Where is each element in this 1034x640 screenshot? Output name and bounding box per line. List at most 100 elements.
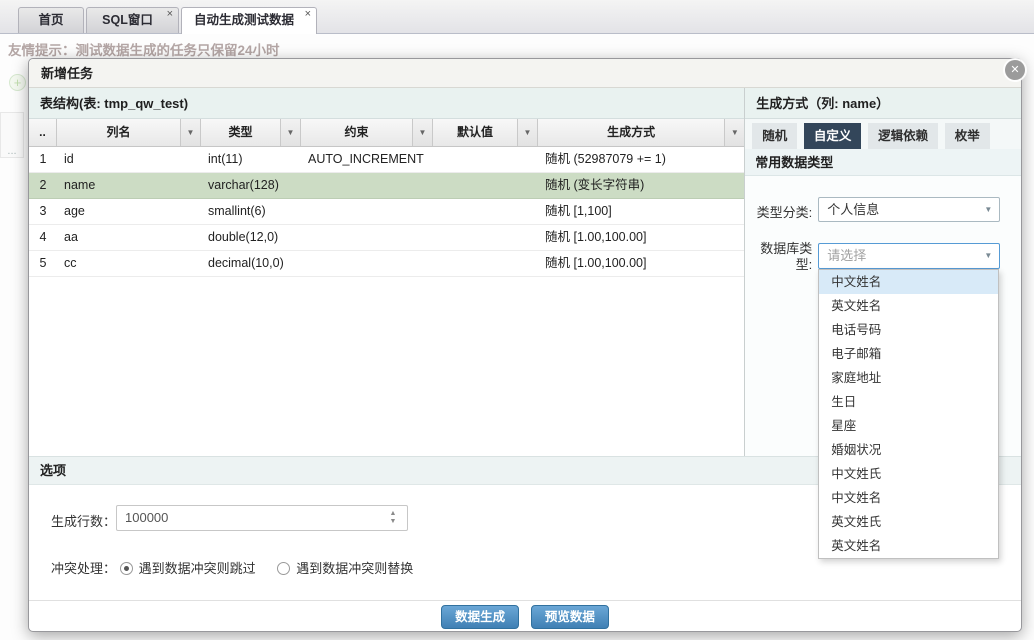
table-structure-panel: 表结构(表: tmp_qw_test) .. 列名 ▼ 类型 ▼ 约束 ▼ 默认… (29, 88, 746, 456)
cell-constraint (301, 173, 433, 198)
db-type-select[interactable]: 请选择 ▼ (818, 243, 1001, 269)
cell-constraint (301, 251, 433, 276)
cell-constraint (301, 225, 433, 250)
chevron-down-icon: ▼ (984, 251, 993, 260)
conflict-label: 冲突处理： (51, 561, 117, 576)
dropdown-option[interactable]: 中文姓氏 (819, 462, 998, 486)
cell-default (433, 173, 538, 198)
tab-enum[interactable]: 枚举 (944, 123, 990, 149)
dropdown-option[interactable]: 中文姓名 (819, 486, 998, 510)
spin-down-icon[interactable]: ▼ (390, 518, 397, 525)
chevron-down-icon[interactable]: ▼ (517, 119, 537, 146)
cell-column-name: name (64, 178, 96, 192)
chevron-down-icon[interactable]: ▼ (280, 119, 300, 146)
db-type-label-line1: 数据库类 (760, 241, 813, 256)
cell-default (433, 147, 538, 172)
friendly-hint-text: 友情提示：测试数据生成的任务只保留24小时 (8, 43, 280, 58)
row-count-value: 100000 (125, 510, 169, 525)
table-row[interactable]: 5 cc decimal(10,0) 随机 [1.00,100.00] (29, 251, 745, 277)
radio-skip-label[interactable]: 遇到数据冲突则跳过 (139, 561, 256, 576)
generation-tabs: 随机 自定义 逻辑依赖 枚举 (745, 119, 1021, 149)
radio-replace-label[interactable]: 遇到数据冲突则替换 (296, 561, 413, 576)
type-category-value: 个人信息 (827, 202, 880, 217)
cell-genmethod: 随机 [1,100] (545, 204, 612, 218)
chevron-down-icon[interactable]: ▼ (724, 119, 745, 146)
dropdown-option[interactable]: 婚姻状况 (819, 438, 998, 462)
tab-logic-dependency[interactable]: 逻辑依赖 (868, 123, 939, 149)
table-structure-header: 表结构(表: tmp_qw_test) (29, 88, 745, 119)
chevron-down-icon[interactable]: ▼ (412, 119, 432, 146)
type-category-label: 类型分类: (756, 205, 813, 220)
dropdown-option[interactable]: 生日 (819, 390, 998, 414)
cell-genmethod: 随机 [1.00,100.00] (545, 256, 647, 270)
radio-skip-on-conflict[interactable] (119, 562, 133, 575)
close-icon[interactable]: × (167, 7, 173, 21)
db-type-dropdown-list: 中文姓名 英文姓名 电话号码 电子邮箱 家庭地址 生日 星座 婚姻状况 中文姓氏… (818, 269, 1000, 559)
generation-method-header: 生成方式（列: name） (745, 88, 1021, 119)
col-header-index: .. (39, 125, 46, 139)
cell-type: int(11) (208, 152, 243, 166)
close-icon[interactable]: × (305, 7, 311, 21)
tab-autogen-label: 自动生成测试数据 (193, 13, 294, 27)
db-type-label-line2: 型: (795, 257, 813, 272)
cell-default (433, 251, 538, 276)
col-header-default: 默认值 (456, 125, 493, 139)
cell-type: smallint(6) (208, 204, 266, 218)
ellipsis-box[interactable]: ... (0, 112, 24, 158)
spin-up-icon[interactable]: ▲ (390, 510, 397, 517)
row-index: 4 (39, 230, 47, 244)
col-header-type: 类型 (228, 125, 253, 139)
table-row-selected[interactable]: 2 name varchar(128) 随机 (变长字符串) (29, 173, 745, 199)
dialog-footer: 数据生成 预览数据 (29, 600, 1021, 631)
col-header-name: 列名 (106, 125, 131, 139)
row-count-input[interactable]: 100000 ▲ ▼ (116, 505, 408, 531)
dropdown-option[interactable]: 家庭地址 (819, 366, 998, 390)
close-icon[interactable]: ✕ (1005, 60, 1025, 80)
common-datatypes-header: 常用数据类型 (745, 149, 1021, 176)
dropdown-option[interactable]: 电子邮箱 (819, 342, 998, 366)
row-index: 5 (39, 256, 47, 270)
table-row[interactable]: 1 id int(11) AUTO_INCREMENT 随机 (52987079… (29, 147, 745, 173)
row-index: 2 (39, 178, 47, 192)
plus-icon[interactable]: + (9, 74, 26, 91)
browser-tab-bar: 首页 SQL窗口 × 自动生成测试数据 × (0, 0, 1034, 34)
cell-genmethod: 随机 (52987079 += 1) (545, 152, 666, 166)
row-index: 3 (39, 204, 47, 218)
dropdown-option[interactable]: 英文姓名 (819, 534, 998, 558)
tab-autogen-testdata[interactable]: 自动生成测试数据 × (181, 7, 317, 34)
preview-data-button[interactable]: 预览数据 (530, 605, 609, 629)
dropdown-option[interactable]: 英文姓名 (819, 294, 998, 318)
generate-data-button[interactable]: 数据生成 (441, 605, 520, 629)
table-row[interactable]: 3 age smallint(6) 随机 [1,100] (29, 199, 745, 225)
col-header-genmethod: 生成方式 (607, 125, 656, 139)
conflict-handling-row: 冲突处理： 遇到数据冲突则跳过 遇到数据冲突则替换 (51, 558, 431, 577)
tab-custom[interactable]: 自定义 (803, 123, 862, 149)
cell-default (433, 199, 538, 224)
cell-constraint (301, 199, 433, 224)
cell-default (433, 225, 538, 250)
tab-sql-label: SQL窗口 (102, 13, 153, 27)
db-type-placeholder: 请选择 (827, 248, 867, 263)
cell-column-name: id (64, 152, 74, 166)
cell-type: double(12,0) (208, 230, 279, 244)
dropdown-option[interactable]: 中文姓名 (819, 270, 999, 294)
dropdown-option[interactable]: 电话号码 (819, 318, 998, 342)
chevron-down-icon[interactable]: ▼ (180, 119, 200, 146)
dropdown-option[interactable]: 星座 (819, 414, 998, 438)
dropdown-option[interactable]: 英文姓氏 (819, 510, 998, 534)
type-category-select[interactable]: 个人信息 ▼ (818, 197, 1001, 222)
cell-constraint: AUTO_INCREMENT (308, 152, 424, 166)
tab-home[interactable]: 首页 (18, 7, 84, 33)
new-task-dialog: ✕ 新增任务 表结构(表: tmp_qw_test) .. 列名 ▼ 类型 ▼ … (28, 58, 1025, 632)
dialog-title: 新增任务 (29, 59, 1021, 88)
row-count-label: 生成行数： (51, 514, 117, 529)
table-row[interactable]: 4 aa double(12,0) 随机 [1.00,100.00] (29, 225, 745, 251)
tab-random[interactable]: 随机 (752, 123, 798, 149)
grid-header-row: .. 列名 ▼ 类型 ▼ 约束 ▼ 默认值 ▼ 生成方式 ▼ (29, 119, 745, 147)
cell-type: varchar(128) (208, 178, 279, 192)
chevron-down-icon: ▼ (984, 205, 993, 214)
cell-genmethod: 随机 [1.00,100.00] (545, 230, 647, 244)
tab-sql-window[interactable]: SQL窗口 × (86, 7, 179, 33)
stepper-icons[interactable]: ▲ ▼ (388, 510, 398, 526)
radio-replace-on-conflict[interactable] (277, 562, 291, 575)
